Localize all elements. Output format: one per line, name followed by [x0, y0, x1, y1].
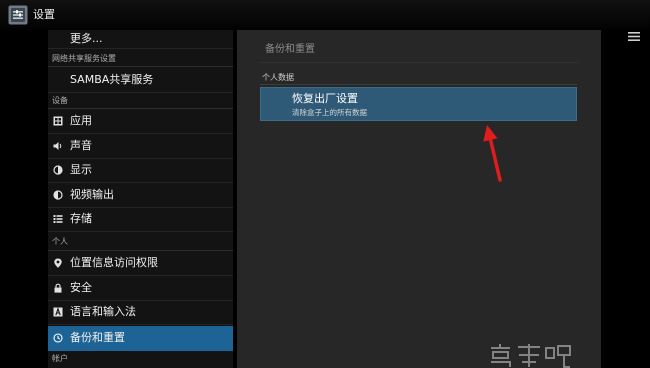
- sidebar-item-label: 安全: [70, 281, 92, 294]
- sidebar-header-label: 个人: [52, 237, 68, 246]
- sidebar-item-label: 存储: [70, 212, 92, 225]
- sidebar-header-label: 帐户: [52, 354, 68, 363]
- sidebar-item-apps[interactable]: 应用: [48, 109, 233, 134]
- title-bar: 设置: [0, 0, 650, 30]
- sidebar-item-label: 视频输出: [70, 188, 114, 201]
- factory-reset-summary: 清除盒子上的所有数据: [292, 108, 367, 117]
- sidebar-header-network-share: 网络共享服务设置: [48, 51, 233, 67]
- sidebar-item-samba[interactable]: SAMBA共享服务: [48, 67, 233, 93]
- sidebar-item-label: 更多...: [70, 32, 103, 45]
- factory-reset-title: 恢复出厂设置: [292, 92, 358, 105]
- apps-icon: [53, 116, 63, 126]
- detail-panel: 备份和重置 个人数据 恢复出厂设置 清除盒子上的所有数据: [237, 30, 601, 368]
- lock-icon: [54, 283, 62, 293]
- sidebar-item-more[interactable]: 更多...: [48, 30, 233, 49]
- detail-title: 备份和重置: [265, 44, 315, 55]
- sidebar-item-label: 备份和重置: [70, 331, 125, 344]
- sidebar-item-label: SAMBA共享服务: [70, 73, 154, 86]
- sidebar-item-label: 声音: [70, 139, 92, 152]
- sidebar-item-display[interactable]: 显示: [48, 158, 233, 183]
- sidebar-item-location[interactable]: 位置信息访问权限: [48, 251, 233, 276]
- sidebar-header-accounts: 帐户: [48, 351, 233, 368]
- settings-sidebar: 更多... 网络共享服务设置 SAMBA共享服务 设备 应用 声音 显示 视频输…: [48, 30, 233, 368]
- location-icon: [54, 258, 62, 268]
- menu-icon[interactable]: [628, 32, 640, 41]
- sidebar-header-personal: 个人: [48, 234, 233, 251]
- sidebar-item-label: 应用: [70, 114, 92, 127]
- divider: [260, 84, 577, 85]
- app-title: 设置: [33, 8, 55, 21]
- sidebar-item-sound[interactable]: 声音: [48, 134, 233, 159]
- storage-icon: [53, 215, 63, 223]
- sidebar-item-language-input[interactable]: 语言和输入法: [48, 300, 233, 325]
- settings-icon: [8, 5, 28, 25]
- video-output-icon: [53, 190, 63, 200]
- sidebar-header-label: 网络共享服务设置: [52, 54, 116, 63]
- sidebar-item-video-output[interactable]: 视频输出: [48, 183, 233, 208]
- watermark: [491, 344, 571, 368]
- speaker-icon: [53, 142, 62, 150]
- sidebar-item-security[interactable]: 安全: [48, 276, 233, 301]
- backup-icon: [53, 333, 63, 343]
- sidebar-item-label: 显示: [70, 163, 92, 176]
- language-icon: [53, 307, 63, 317]
- section-header-personal-data: 个人数据: [262, 73, 294, 82]
- divider: [259, 62, 579, 63]
- sidebar-item-backup-reset[interactable]: 备份和重置: [48, 326, 233, 351]
- sidebar-header-label: 设备: [52, 96, 68, 105]
- sidebar-item-storage[interactable]: 存储: [48, 207, 233, 232]
- sidebar-item-label: 位置信息访问权限: [70, 256, 158, 269]
- factory-reset-item[interactable]: 恢复出厂设置 清除盒子上的所有数据: [260, 87, 577, 121]
- sidebar-item-label: 语言和输入法: [70, 305, 136, 318]
- sidebar-header-device: 设备: [48, 93, 233, 109]
- display-icon: [53, 165, 63, 175]
